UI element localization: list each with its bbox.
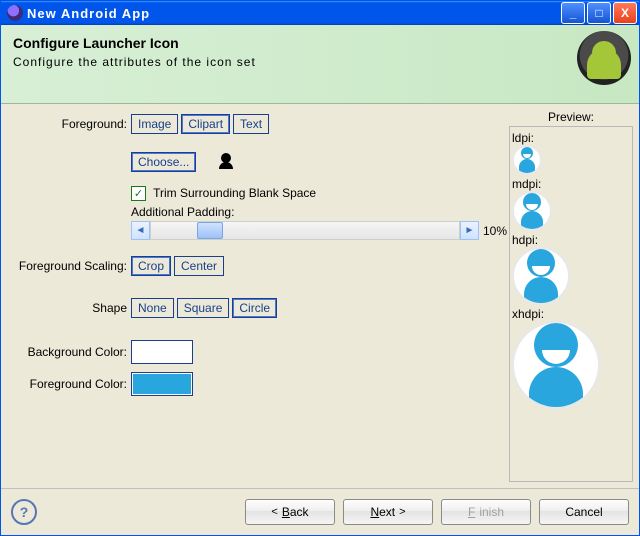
banner-heading: Configure Launcher Icon bbox=[13, 35, 627, 51]
padding-value: 10% bbox=[483, 224, 507, 238]
wizard-banner: Configure Launcher Icon Configure the at… bbox=[1, 25, 639, 104]
chevron-right-icon: > bbox=[399, 506, 405, 518]
trim-checkbox[interactable]: ✓ bbox=[131, 186, 146, 201]
help-button[interactable]: ? bbox=[11, 499, 37, 525]
maximize-button[interactable]: □ bbox=[587, 2, 611, 24]
foreground-label: Foreground: bbox=[7, 117, 131, 131]
choose-clipart-button[interactable]: Choose... bbox=[131, 152, 196, 172]
padding-label: Additional Padding: bbox=[131, 205, 507, 219]
scaling-label: Foreground Scaling: bbox=[7, 259, 131, 273]
preview-hdpi-icon bbox=[512, 247, 570, 305]
shape-opt-circle[interactable]: Circle bbox=[232, 298, 277, 318]
preview-hdpi-label: hdpi: bbox=[512, 233, 630, 247]
shape-label: Shape bbox=[7, 301, 131, 315]
slider-left-button[interactable]: ◄ bbox=[131, 221, 150, 240]
wizard-window: New Android App _ □ X Configure Launcher… bbox=[0, 0, 640, 536]
preview-ldpi-label: ldpi: bbox=[512, 131, 630, 145]
wizard-footer: ? <Back Next> Finish Cancel bbox=[1, 488, 639, 535]
bgcolor-swatch[interactable] bbox=[131, 340, 193, 364]
preview-xhdpi-icon bbox=[512, 321, 600, 409]
preview-title: Preview: bbox=[509, 110, 633, 124]
window-title: New Android App bbox=[27, 6, 559, 21]
chevron-left-icon: < bbox=[271, 506, 277, 518]
person-icon bbox=[217, 153, 235, 171]
minimize-button[interactable]: _ bbox=[561, 2, 585, 24]
cancel-button[interactable]: Cancel bbox=[539, 499, 629, 525]
next-button[interactable]: Next> bbox=[343, 499, 433, 525]
bgcolor-label: Background Color: bbox=[7, 345, 131, 359]
eclipse-icon bbox=[7, 5, 23, 21]
fgcolor-swatch[interactable] bbox=[131, 372, 193, 396]
foreground-opt-clipart[interactable]: Clipart bbox=[181, 114, 230, 134]
finish-button: Finish bbox=[441, 499, 531, 525]
back-button[interactable]: <Back bbox=[245, 499, 335, 525]
trim-label: Trim Surrounding Blank Space bbox=[153, 186, 316, 200]
close-button[interactable]: X bbox=[613, 2, 637, 24]
preview-ldpi-icon bbox=[512, 145, 542, 175]
wizard-body: Foreground: Image Clipart Text Choose...… bbox=[1, 104, 639, 488]
shape-opt-none[interactable]: None bbox=[131, 298, 174, 318]
foreground-opt-text[interactable]: Text bbox=[233, 114, 269, 134]
foreground-opt-image[interactable]: Image bbox=[131, 114, 178, 134]
fgcolor-label: Foreground Color: bbox=[7, 377, 131, 391]
preview-pane: ldpi: mdpi: hdpi: xhdpi: bbox=[509, 126, 633, 482]
slider-right-button[interactable]: ► bbox=[460, 221, 479, 240]
preview-mdpi-label: mdpi: bbox=[512, 177, 630, 191]
scaling-opt-crop[interactable]: Crop bbox=[131, 256, 171, 276]
title-bar: New Android App _ □ X bbox=[1, 1, 639, 25]
shape-opt-square[interactable]: Square bbox=[177, 298, 230, 318]
padding-slider[interactable]: ◄ ► 10% bbox=[131, 221, 507, 240]
preview-column: Preview: ldpi: mdpi: hdpi: xhdpi: bbox=[509, 110, 633, 488]
android-icon bbox=[577, 31, 631, 85]
slider-thumb[interactable] bbox=[197, 222, 223, 239]
form-area: Foreground: Image Clipart Text Choose...… bbox=[7, 110, 507, 488]
preview-xhdpi-label: xhdpi: bbox=[512, 307, 630, 321]
preview-mdpi-icon bbox=[512, 191, 552, 231]
slider-track[interactable] bbox=[150, 221, 460, 240]
banner-subtext: Configure the attributes of the icon set bbox=[13, 55, 627, 69]
scaling-opt-center[interactable]: Center bbox=[174, 256, 224, 276]
